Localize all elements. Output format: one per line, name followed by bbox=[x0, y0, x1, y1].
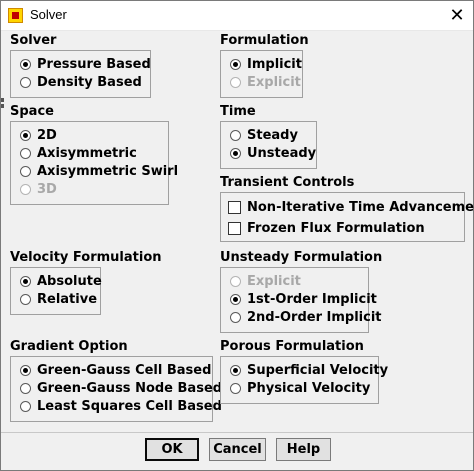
time-section-title: Time bbox=[220, 104, 256, 119]
radio-selected-dot bbox=[23, 62, 28, 67]
label-1st-order-implicit[interactable]: 1st-Order Implicit bbox=[247, 291, 377, 309]
radio-superficial-velocity[interactable] bbox=[230, 365, 241, 376]
radio-axisymmetric-swirl[interactable] bbox=[20, 166, 31, 177]
radio-relative[interactable] bbox=[20, 294, 31, 305]
radio-unsteady[interactable] bbox=[230, 148, 241, 159]
label-non-iterative-time-advancement[interactable]: Non-Iterative Time Advancement bbox=[247, 199, 474, 217]
radio-density-based[interactable] bbox=[20, 77, 31, 88]
help-button[interactable]: Help bbox=[276, 438, 331, 461]
transient-controls-section-title: Transient Controls bbox=[220, 175, 355, 190]
radio-3d bbox=[20, 184, 31, 195]
gradient-option-group: Green-Gauss Cell Based Green-Gauss Node … bbox=[10, 356, 222, 422]
label-axisymmetric-swirl[interactable]: Axisymmetric Swirl bbox=[37, 163, 178, 181]
app-icon bbox=[8, 8, 23, 23]
title-bar[interactable]: Solver ✕ bbox=[1, 1, 473, 31]
label-green-gauss-node-based[interactable]: Green-Gauss Node Based bbox=[37, 380, 222, 398]
radio-selected-dot bbox=[233, 151, 238, 156]
radio-2nd-order-implicit[interactable] bbox=[230, 312, 241, 323]
radio-least-squares-cell-based[interactable] bbox=[20, 401, 31, 412]
transient-controls-group: Non-Iterative Time Advancement Frozen Fl… bbox=[220, 192, 474, 242]
formulation-section-title: Formulation bbox=[220, 33, 309, 48]
radio-pressure-based[interactable] bbox=[20, 59, 31, 70]
cancel-button[interactable]: Cancel bbox=[209, 438, 266, 461]
label-axisymmetric[interactable]: Axisymmetric bbox=[37, 145, 137, 163]
label-unsteady-explicit: Explicit bbox=[247, 274, 301, 289]
radio-2d[interactable] bbox=[20, 130, 31, 141]
label-2nd-order-implicit[interactable]: 2nd-Order Implicit bbox=[247, 309, 382, 327]
radio-green-gauss-node-based[interactable] bbox=[20, 383, 31, 394]
radio-selected-dot bbox=[23, 133, 28, 138]
radio-absolute[interactable] bbox=[20, 276, 31, 287]
space-group: 2D Axisymmetric Axisymmetric Swirl 3D bbox=[10, 121, 178, 205]
label-density-based[interactable]: Density Based bbox=[37, 74, 142, 92]
radio-selected-dot bbox=[23, 279, 28, 284]
radio-green-gauss-cell-based[interactable] bbox=[20, 365, 31, 376]
window-title: Solver bbox=[30, 7, 67, 22]
radio-selected-dot bbox=[233, 62, 238, 67]
label-pressure-based[interactable]: Pressure Based bbox=[37, 56, 151, 74]
radio-steady[interactable] bbox=[230, 130, 241, 141]
velocity-formulation-section-title: Velocity Formulation bbox=[10, 250, 162, 265]
checkbox-frozen-flux-formulation[interactable] bbox=[228, 222, 241, 235]
porous-formulation-section-title: Porous Formulation bbox=[220, 339, 364, 354]
radio-physical-velocity[interactable] bbox=[230, 383, 241, 394]
radio-selected-dot bbox=[233, 368, 238, 373]
ok-button[interactable]: OK bbox=[145, 438, 199, 461]
edge-mark bbox=[1, 104, 4, 108]
time-group: Steady Unsteady bbox=[220, 121, 317, 169]
radio-implicit[interactable] bbox=[230, 59, 241, 70]
edge-mark bbox=[1, 98, 4, 102]
label-unsteady[interactable]: Unsteady bbox=[247, 145, 316, 163]
unsteady-formulation-group: Explicit 1st-Order Implicit 2nd-Order Im… bbox=[220, 267, 382, 333]
solver-section-title: Solver bbox=[10, 33, 57, 48]
radio-explicit bbox=[230, 77, 241, 88]
radio-unsteady-explicit bbox=[230, 276, 241, 287]
porous-formulation-group: Superficial Velocity Physical Velocity bbox=[220, 356, 388, 404]
label-superficial-velocity[interactable]: Superficial Velocity bbox=[247, 362, 388, 380]
label-least-squares-cell-based[interactable]: Least Squares Cell Based bbox=[37, 398, 222, 416]
label-2d[interactable]: 2D bbox=[37, 127, 57, 145]
velocity-formulation-group: Absolute Relative bbox=[10, 267, 102, 315]
label-green-gauss-cell-based[interactable]: Green-Gauss Cell Based bbox=[37, 362, 211, 380]
formulation-group: Implicit Explicit bbox=[220, 50, 303, 98]
unsteady-formulation-section-title: Unsteady Formulation bbox=[220, 250, 383, 265]
label-physical-velocity[interactable]: Physical Velocity bbox=[247, 380, 370, 398]
footer-divider bbox=[1, 432, 473, 433]
label-relative[interactable]: Relative bbox=[37, 291, 97, 309]
gradient-option-section-title: Gradient Option bbox=[10, 339, 128, 354]
radio-axisymmetric[interactable] bbox=[20, 148, 31, 159]
radio-selected-dot bbox=[23, 368, 28, 373]
label-implicit[interactable]: Implicit bbox=[247, 56, 302, 74]
label-explicit: Explicit bbox=[247, 75, 301, 90]
label-steady[interactable]: Steady bbox=[247, 127, 298, 145]
radio-selected-dot bbox=[233, 297, 238, 302]
label-absolute[interactable]: Absolute bbox=[37, 273, 102, 291]
solver-dialog: Solver ✕ Solver Pressure Based Density B… bbox=[0, 0, 474, 471]
radio-1st-order-implicit[interactable] bbox=[230, 294, 241, 305]
label-3d: 3D bbox=[37, 182, 57, 197]
solver-group: Pressure Based Density Based bbox=[10, 50, 151, 98]
checkbox-non-iterative-time-advancement[interactable] bbox=[228, 201, 241, 214]
close-button[interactable]: ✕ bbox=[441, 1, 473, 30]
space-section-title: Space bbox=[10, 104, 54, 119]
label-frozen-flux-formulation[interactable]: Frozen Flux Formulation bbox=[247, 220, 425, 238]
